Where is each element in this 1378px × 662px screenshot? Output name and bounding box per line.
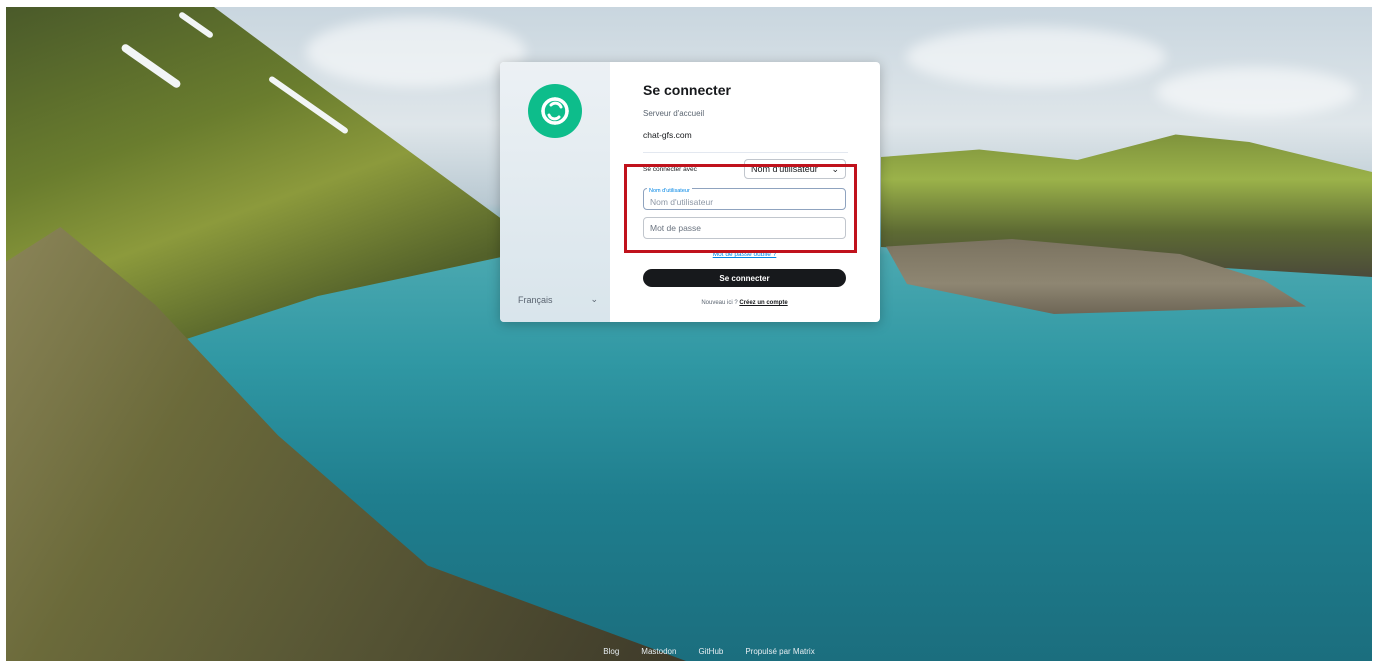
footer-link-mastodon[interactable]: Mastodon — [641, 647, 676, 656]
sign-in-button[interactable]: Se connecter — [643, 269, 846, 287]
homeserver-value: chat-gfs.com — [643, 130, 692, 140]
language-label: Français — [518, 294, 553, 305]
homeserver-label: Serveur d'accueil — [643, 109, 705, 118]
create-account-link[interactable]: Créez un compte — [739, 300, 787, 306]
footer-link-github[interactable]: GitHub — [698, 647, 723, 656]
footer-link-blog[interactable]: Blog — [603, 647, 619, 656]
divider — [643, 152, 848, 153]
create-account-row: Nouveau ici ? Créez un compte — [643, 300, 846, 306]
card-sidebar: Français ⌄ — [500, 62, 610, 322]
element-logo-icon — [528, 84, 582, 138]
new-here-text: Nouveau ici ? — [701, 300, 738, 306]
page-title: Se connecter — [643, 82, 731, 98]
chevron-down-icon: ⌄ — [590, 294, 598, 304]
footer-link-matrix[interactable]: Propulsé par Matrix — [745, 647, 814, 656]
language-selector[interactable]: Français ⌄ — [518, 294, 598, 305]
highlight-box — [624, 164, 857, 253]
footer-links: Blog Mastodon GitHub Propulsé par Matrix — [0, 647, 1378, 656]
